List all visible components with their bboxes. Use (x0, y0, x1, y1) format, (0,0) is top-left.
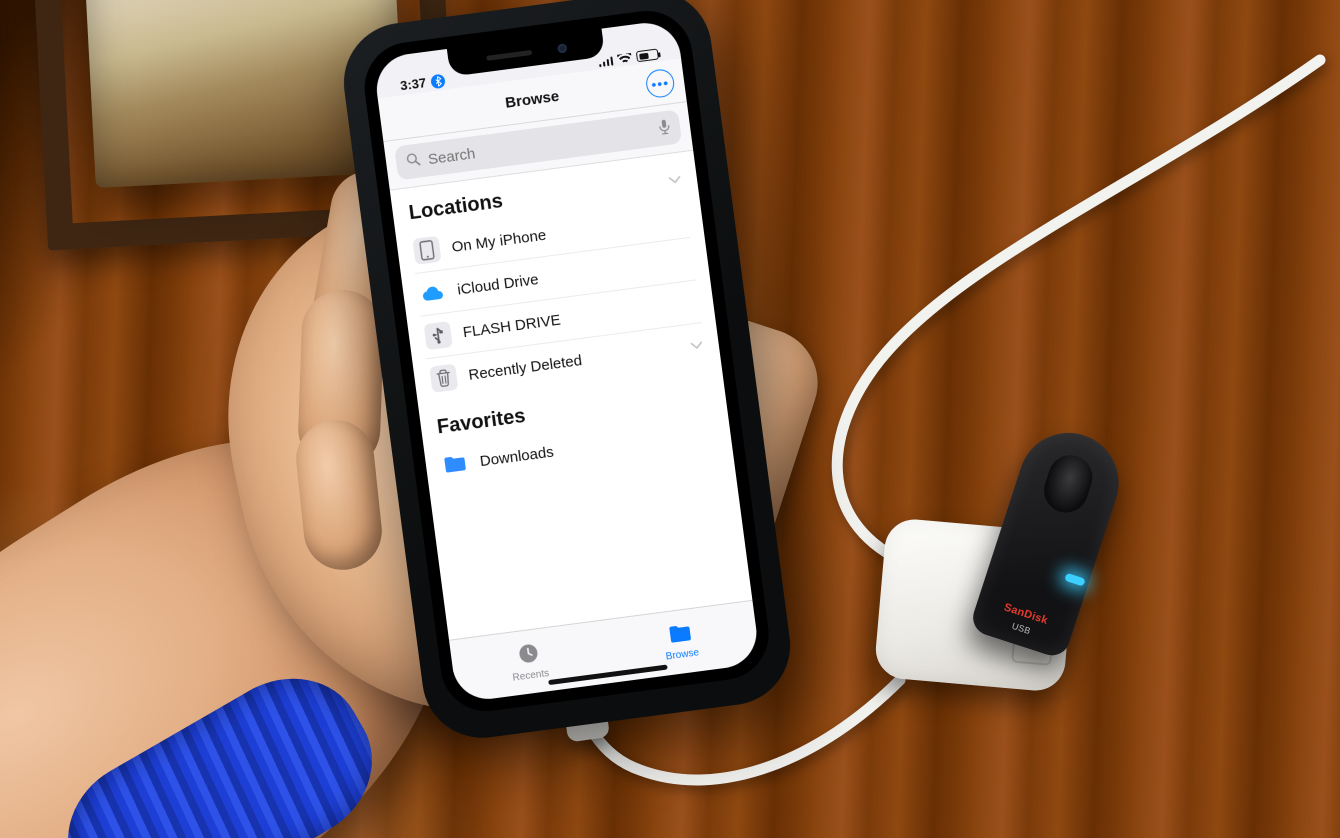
flash-drive-sub: USB (1011, 621, 1032, 636)
battery-icon (636, 48, 659, 62)
location-label: iCloud Drive (456, 271, 539, 299)
earpiece-speaker (486, 49, 532, 60)
cloud-icon (418, 278, 447, 307)
phone-screen: 3:37 Browse ••• (372, 19, 760, 703)
trash-icon (429, 364, 458, 393)
folder-icon (441, 450, 470, 479)
locations-section: Locations On My iPhone (390, 151, 722, 405)
chevron-down-icon (668, 170, 682, 187)
tab-label: Recents (512, 668, 550, 684)
usb-icon (424, 321, 453, 350)
favorite-label: Downloads (479, 443, 555, 470)
folder-icon (666, 622, 693, 649)
phone-body: 3:37 Browse ••• (359, 5, 774, 716)
clock-icon (516, 641, 541, 670)
front-camera (557, 43, 567, 53)
location-label: FLASH DRIVE (462, 311, 562, 341)
status-time: 3:37 (399, 75, 427, 93)
flash-drive-led (1064, 573, 1085, 587)
flash-drive-brand: SanDisk (1002, 602, 1049, 627)
search-icon (405, 152, 421, 172)
location-label: Recently Deleted (467, 352, 582, 384)
favorites-title: Favorites (436, 405, 527, 439)
nav-title: Browse (504, 88, 560, 112)
wifi-icon (617, 52, 632, 64)
iphone-icon (412, 236, 441, 265)
dictation-icon[interactable] (658, 119, 671, 138)
location-label: On My iPhone (451, 226, 547, 255)
more-button[interactable]: ••• (644, 68, 675, 99)
cellular-signal-icon (598, 55, 614, 67)
browse-content: Locations On My iPhone (390, 151, 753, 640)
bluetooth-icon (430, 73, 446, 89)
tab-label: Browse (665, 647, 700, 662)
chevron-down-icon (690, 336, 704, 353)
